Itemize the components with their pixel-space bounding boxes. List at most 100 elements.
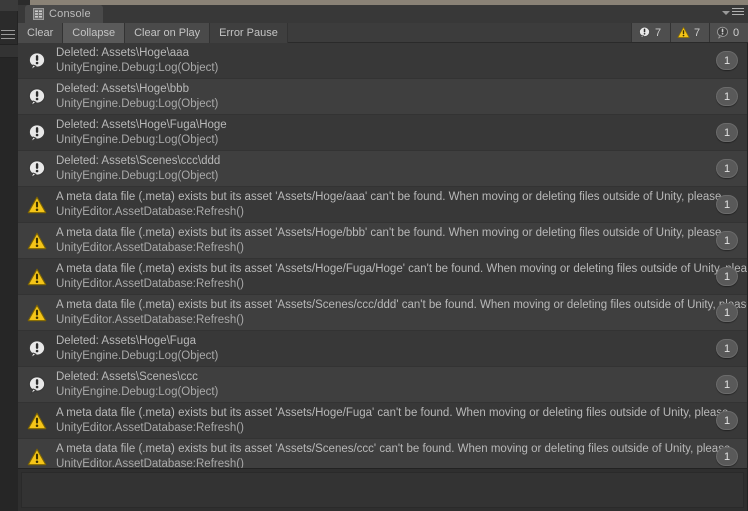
console-log-text: A meta data file (.meta) exists but its …	[56, 190, 747, 220]
log-counter-value: 7	[655, 26, 662, 39]
console-log-list[interactable]: Deleted: Assets\Hoge\aaa UnityEngine.Debu…	[18, 43, 748, 468]
console-log-text: Deleted: Assets\Scenes\ccc UnityEngine.De…	[56, 370, 747, 400]
error-counter-value: 0	[733, 26, 740, 39]
console-log-row[interactable]: A meta data file (.meta) exists but its …	[18, 439, 747, 468]
warning-icon	[27, 195, 47, 215]
console-log-message: A meta data file (.meta) exists but its …	[56, 407, 729, 419]
console-log-stacktrace: UnityEditor.AssetDatabase:Refresh()	[56, 458, 244, 468]
adjacent-panel-top-strip	[0, 0, 18, 11]
console-log-text: Deleted: Assets\Hoge\bbb UnityEngine.Debu…	[56, 82, 747, 112]
warning-icon	[27, 267, 47, 287]
collapse-count-badge: 1	[716, 159, 738, 178]
console-log-row[interactable]: Deleted: Assets\Hoge\Fuga UnityEngine.Deb…	[18, 331, 747, 367]
console-log-text: Deleted: Assets\Hoge\aaa UnityEngine.Debu…	[56, 46, 747, 76]
console-detail-pane	[18, 468, 748, 511]
collapse-count-badge: 1	[716, 51, 738, 70]
warning-counter-value: 7	[694, 26, 701, 39]
console-log-stacktrace: UnityEditor.AssetDatabase:Refresh()	[56, 314, 244, 326]
collapse-count-badge: 1	[716, 267, 738, 286]
collapse-count-badge: 1	[716, 339, 738, 358]
console-log-message: Deleted: Assets\Hoge\bbb	[56, 83, 189, 95]
console-log-message: A meta data file (.meta) exists but its …	[56, 299, 748, 311]
adjacent-panel-row	[0, 44, 18, 58]
adjacent-panel-sliver	[0, 0, 18, 511]
console-log-stacktrace: UnityEngine.Debug:Log(Object)	[56, 134, 219, 146]
collapse-button[interactable]: Collapse	[63, 23, 126, 43]
warning-icon	[27, 231, 47, 251]
console-log-message: A meta data file (.meta) exists but its …	[56, 263, 748, 275]
collapse-count-badge: 1	[716, 411, 738, 430]
console-log-message: Deleted: Assets\Hoge\aaa	[56, 47, 189, 59]
console-log-message: Deleted: Assets\Scenes\ccc\ddd	[56, 155, 221, 167]
console-log-text: A meta data file (.meta) exists but its …	[56, 442, 747, 468]
console-log-message: A meta data file (.meta) exists but its …	[56, 227, 722, 239]
log-info-icon	[27, 87, 47, 107]
console-log-row[interactable]: A meta data file (.meta) exists but its …	[18, 259, 748, 295]
console-toolbar: Clear Collapse Clear on Play Error Pause…	[18, 23, 748, 43]
console-tab-bar: Console	[18, 5, 748, 23]
clear-on-play-button[interactable]: Clear on Play	[125, 23, 211, 43]
console-log-stacktrace: UnityEngine.Debug:Log(Object)	[56, 98, 219, 110]
adjacent-panel-menu-icon[interactable]	[1, 30, 15, 39]
console-log-row[interactable]: A meta data file (.meta) exists but its …	[18, 403, 747, 439]
collapse-count-badge: 1	[716, 123, 738, 142]
console-log-row[interactable]: Deleted: Assets\Hoge\bbb UnityEngine.Debu…	[18, 79, 747, 115]
console-log-stacktrace: UnityEditor.AssetDatabase:Refresh()	[56, 422, 244, 434]
clear-button[interactable]: Clear	[18, 23, 64, 43]
console-log-stacktrace: UnityEngine.Debug:Log(Object)	[56, 386, 219, 398]
console-log-row[interactable]: Deleted: Assets\Hoge\aaa UnityEngine.Debu…	[18, 43, 747, 79]
adjacent-panel-body	[0, 58, 18, 511]
error-counter-toggle[interactable]: 0	[709, 23, 748, 42]
log-info-icon	[638, 26, 651, 39]
warning-icon	[27, 303, 47, 323]
console-log-text: A meta data file (.meta) exists but its …	[56, 226, 747, 256]
collapse-count-badge: 1	[716, 375, 738, 394]
options-menu-icon[interactable]	[722, 8, 744, 17]
console-log-text: Deleted: Assets\Hoge\Fuga\Hoge UnityEngin…	[56, 118, 747, 148]
tab-console-label: Console	[49, 8, 91, 20]
log-info-icon	[27, 339, 47, 359]
console-log-text: A meta data file (.meta) exists but its …	[56, 262, 748, 292]
error-pause-button[interactable]: Error Pause	[210, 23, 288, 43]
log-info-icon	[27, 51, 47, 71]
console-icon	[33, 8, 44, 20]
console-log-row[interactable]: A meta data file (.meta) exists but its …	[18, 223, 747, 259]
collapse-count-badge: 1	[716, 231, 738, 250]
console-log-row[interactable]: Deleted: Assets\Scenes\ccc\ddd UnityEngin…	[18, 151, 747, 187]
console-log-row[interactable]: Deleted: Assets\Hoge\Fuga\Hoge UnityEngin…	[18, 115, 747, 151]
console-log-message: A meta data file (.meta) exists but its …	[56, 191, 722, 203]
chevron-down-icon	[722, 10, 730, 15]
console-log-text: Deleted: Assets\Scenes\ccc\ddd UnityEngin…	[56, 154, 747, 184]
tab-console[interactable]: Console	[25, 5, 103, 23]
hamburger-icon	[732, 8, 744, 17]
console-log-stacktrace: UnityEngine.Debug:Log(Object)	[56, 62, 219, 74]
collapse-count-badge: 1	[716, 303, 738, 322]
console-log-message: A meta data file (.meta) exists but its …	[56, 443, 731, 455]
warning-icon	[677, 26, 690, 39]
collapse-count-badge: 1	[716, 87, 738, 106]
console-counters: 7 7 0	[631, 23, 748, 42]
log-info-icon	[27, 159, 47, 179]
warning-counter-toggle[interactable]: 7	[670, 23, 709, 42]
console-log-row[interactable]: A meta data file (.meta) exists but its …	[18, 187, 747, 223]
console-log-stacktrace: UnityEngine.Debug:Log(Object)	[56, 170, 219, 182]
console-detail-pane-inner	[21, 472, 744, 508]
log-info-icon	[27, 123, 47, 143]
log-counter-toggle[interactable]: 7	[631, 23, 670, 42]
collapse-count-badge: 1	[716, 195, 738, 214]
error-icon	[716, 26, 729, 39]
console-log-message: Deleted: Assets\Hoge\Fuga	[56, 335, 196, 347]
collapse-count-badge: 1	[716, 447, 738, 466]
console-log-stacktrace: UnityEditor.AssetDatabase:Refresh()	[56, 242, 244, 254]
warning-icon	[27, 411, 47, 431]
console-log-message: Deleted: Assets\Scenes\ccc	[56, 371, 198, 383]
log-info-icon	[27, 375, 47, 395]
console-log-row[interactable]: A meta data file (.meta) exists but its …	[18, 295, 748, 331]
toolbar-spacer	[287, 23, 631, 42]
console-log-text: Deleted: Assets\Hoge\Fuga UnityEngine.Deb…	[56, 334, 747, 364]
console-log-stacktrace: UnityEngine.Debug:Log(Object)	[56, 350, 219, 362]
console-log-text: A meta data file (.meta) exists but its …	[56, 298, 748, 328]
unity-editor-window: Console Clear Collapse Clear on Play Err…	[0, 0, 748, 511]
console-log-stacktrace: UnityEditor.AssetDatabase:Refresh()	[56, 278, 244, 290]
console-log-row[interactable]: Deleted: Assets\Scenes\ccc UnityEngine.De…	[18, 367, 747, 403]
